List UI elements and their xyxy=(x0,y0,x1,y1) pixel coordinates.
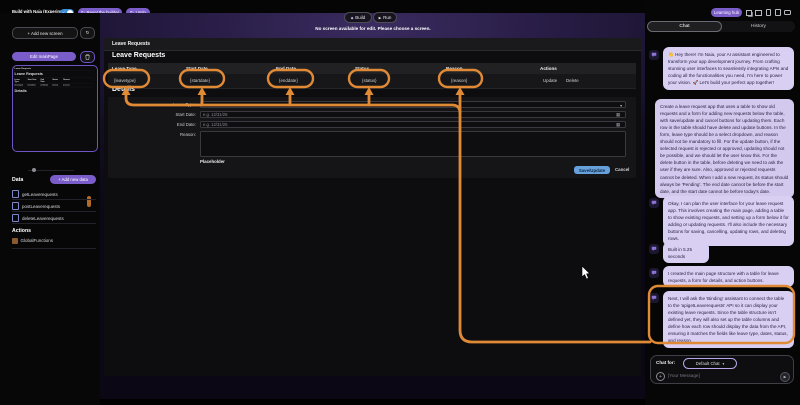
attach-icon[interactable]: + xyxy=(656,372,665,381)
sparkle-icon: ◆ xyxy=(351,16,354,20)
start-date-input[interactable] xyxy=(200,111,626,118)
data-item-postleaverequests[interactable]: postLeaverequests xyxy=(12,202,60,210)
assistant-avatar xyxy=(649,268,659,278)
details-form: Leave Type: ▾ Start Date: ▦ End Date: ▦ … xyxy=(108,97,636,178)
data-heading: Data xyxy=(12,177,23,183)
binding-token-enddate: {enddate} xyxy=(279,78,298,83)
copy-icon[interactable] xyxy=(745,8,753,17)
start-date-label: Start Date: xyxy=(136,112,196,117)
chat-bubble-icon xyxy=(651,295,657,301)
binding-token-leavetype: {leavetype} xyxy=(114,78,136,83)
screen-canvas: Leave Requests Leave Requests Leave Type… xyxy=(104,38,641,376)
end-date-label: End Date: xyxy=(136,122,196,127)
binding-token-startdate: {startdate} xyxy=(190,78,210,83)
placeholder-note: Placeholder xyxy=(200,159,225,164)
table-row: {leavetype} {startdate} {enddate} {statu… xyxy=(108,74,636,89)
desktop-icon[interactable] xyxy=(755,8,763,17)
chat-input-container: Chat for: Default Chat ▾ + [Your Message… xyxy=(650,355,794,384)
details-section-title: Details xyxy=(112,86,135,93)
column-header: End Date xyxy=(276,66,296,71)
no-screen-message: No screen available for edit. Please cho… xyxy=(240,26,506,31)
column-header: Start Date xyxy=(186,66,208,71)
canvas-appbar xyxy=(104,38,641,51)
column-header: Reason xyxy=(446,66,463,71)
calendar-icon[interactable]: ▦ xyxy=(616,112,620,118)
chat-message: Built in 5.25 seconds xyxy=(663,242,709,263)
chevron-down-icon: ▾ xyxy=(723,362,725,366)
build-button[interactable]: ◆ Build xyxy=(344,12,372,23)
assistant-avatar xyxy=(649,244,659,254)
edit-mainpage-button[interactable]: Edit mainPage xyxy=(12,52,76,61)
chat-panel: Learning hub Chat History 👋 Hey there! I… xyxy=(645,0,800,405)
reason-label: Reason: xyxy=(136,132,196,137)
calendar-icon[interactable]: ▦ xyxy=(616,122,620,128)
tablet-icon[interactable] xyxy=(774,8,782,17)
chevron-down-icon: ▾ xyxy=(620,103,622,108)
column-header: Status xyxy=(355,66,369,71)
row-update-button[interactable]: Update xyxy=(543,78,557,83)
chat-bubble-icon xyxy=(651,246,657,252)
thumb-details-title: Details xyxy=(13,87,94,94)
canvas-appbar-title: Leave Requests xyxy=(112,41,150,47)
binding-token-reason: {reason} xyxy=(451,78,467,83)
chat-message: Okay, I can plan the user interface for … xyxy=(663,196,794,246)
chat-message: I created the main page structure with a… xyxy=(663,266,794,287)
refresh-icon: ↻ xyxy=(86,30,90,36)
delete-screen-button[interactable] xyxy=(80,51,95,63)
run-button[interactable]: ▶ Run xyxy=(373,12,397,23)
chat-bubble-icon xyxy=(651,270,657,276)
divider-slider-thumb[interactable] xyxy=(32,168,36,172)
leave-type-select[interactable]: ▾ xyxy=(200,101,626,108)
data-item-deleteleaverequests[interactable]: deleteLeaverequests xyxy=(12,214,64,222)
play-icon: ▶ xyxy=(379,16,382,20)
actions-heading: Actions xyxy=(12,228,31,234)
column-header: Leave Type xyxy=(112,66,137,71)
reason-textarea[interactable] xyxy=(200,131,626,157)
assistant-avatar xyxy=(649,50,659,60)
cancel-button[interactable]: Cancel xyxy=(615,167,629,172)
refresh-screens-button[interactable]: ↻ xyxy=(80,27,95,39)
assistant-avatar xyxy=(649,198,659,208)
screen-thumbnail-mainpage[interactable]: Leave Requests Leave Requests Leave Type… xyxy=(12,65,98,152)
end-date-input[interactable] xyxy=(200,121,626,128)
leave-type-label: Leave Type: xyxy=(136,102,196,107)
action-item-globalfunctions[interactable]: GlobalFunctions xyxy=(12,238,53,244)
chat-bubble-icon xyxy=(651,200,657,206)
chat-message: 👋 Hey there! I'm Naia, your AI assistant… xyxy=(663,47,794,90)
assistant-avatar xyxy=(649,293,659,303)
send-icon[interactable]: ▶ xyxy=(780,372,790,382)
thumb-table-title: Leave Requests xyxy=(13,70,94,77)
table-section-title: Leave Requests xyxy=(112,52,165,59)
chat-target-select[interactable]: Default Chat ▾ xyxy=(683,358,737,369)
api-doc-icon xyxy=(12,202,19,210)
chat-tabs: Chat History xyxy=(647,21,795,32)
panel-resize-handle[interactable] xyxy=(87,196,91,207)
chat-for-label: Chat for: xyxy=(656,360,675,365)
api-doc-icon xyxy=(12,190,19,198)
function-icon xyxy=(12,238,18,244)
chat-message-highlighted: Next, I will ask the 'Binding' assistant… xyxy=(663,291,794,348)
save-update-button[interactable]: Save/Update xyxy=(574,166,610,174)
chat-message-input[interactable]: [Your Message] xyxy=(668,373,700,378)
trash-icon xyxy=(85,54,90,60)
left-sidebar: + Add new screen ↻ Edit mainPage Leave R… xyxy=(0,13,100,405)
minimize-icon[interactable] xyxy=(783,8,791,17)
learning-hub-button[interactable]: Learning hub xyxy=(711,8,742,17)
row-delete-button[interactable]: Delete xyxy=(566,78,579,83)
binding-token-status: {status} xyxy=(362,78,377,83)
tab-chat[interactable]: Chat xyxy=(647,21,722,32)
tab-history[interactable]: History xyxy=(722,21,795,32)
add-new-screen-button[interactable]: + Add new screen xyxy=(12,27,78,39)
chat-bubble-icon xyxy=(651,52,657,58)
phone-icon[interactable] xyxy=(764,8,772,17)
column-header: Actions xyxy=(540,66,557,71)
chat-message-user: Create a leave request app that uses a t… xyxy=(655,99,794,198)
api-doc-icon xyxy=(12,214,19,222)
add-new-data-button[interactable]: + Add new data xyxy=(50,175,96,184)
data-item-getleaverequests[interactable]: getLeaverequests xyxy=(12,190,58,198)
